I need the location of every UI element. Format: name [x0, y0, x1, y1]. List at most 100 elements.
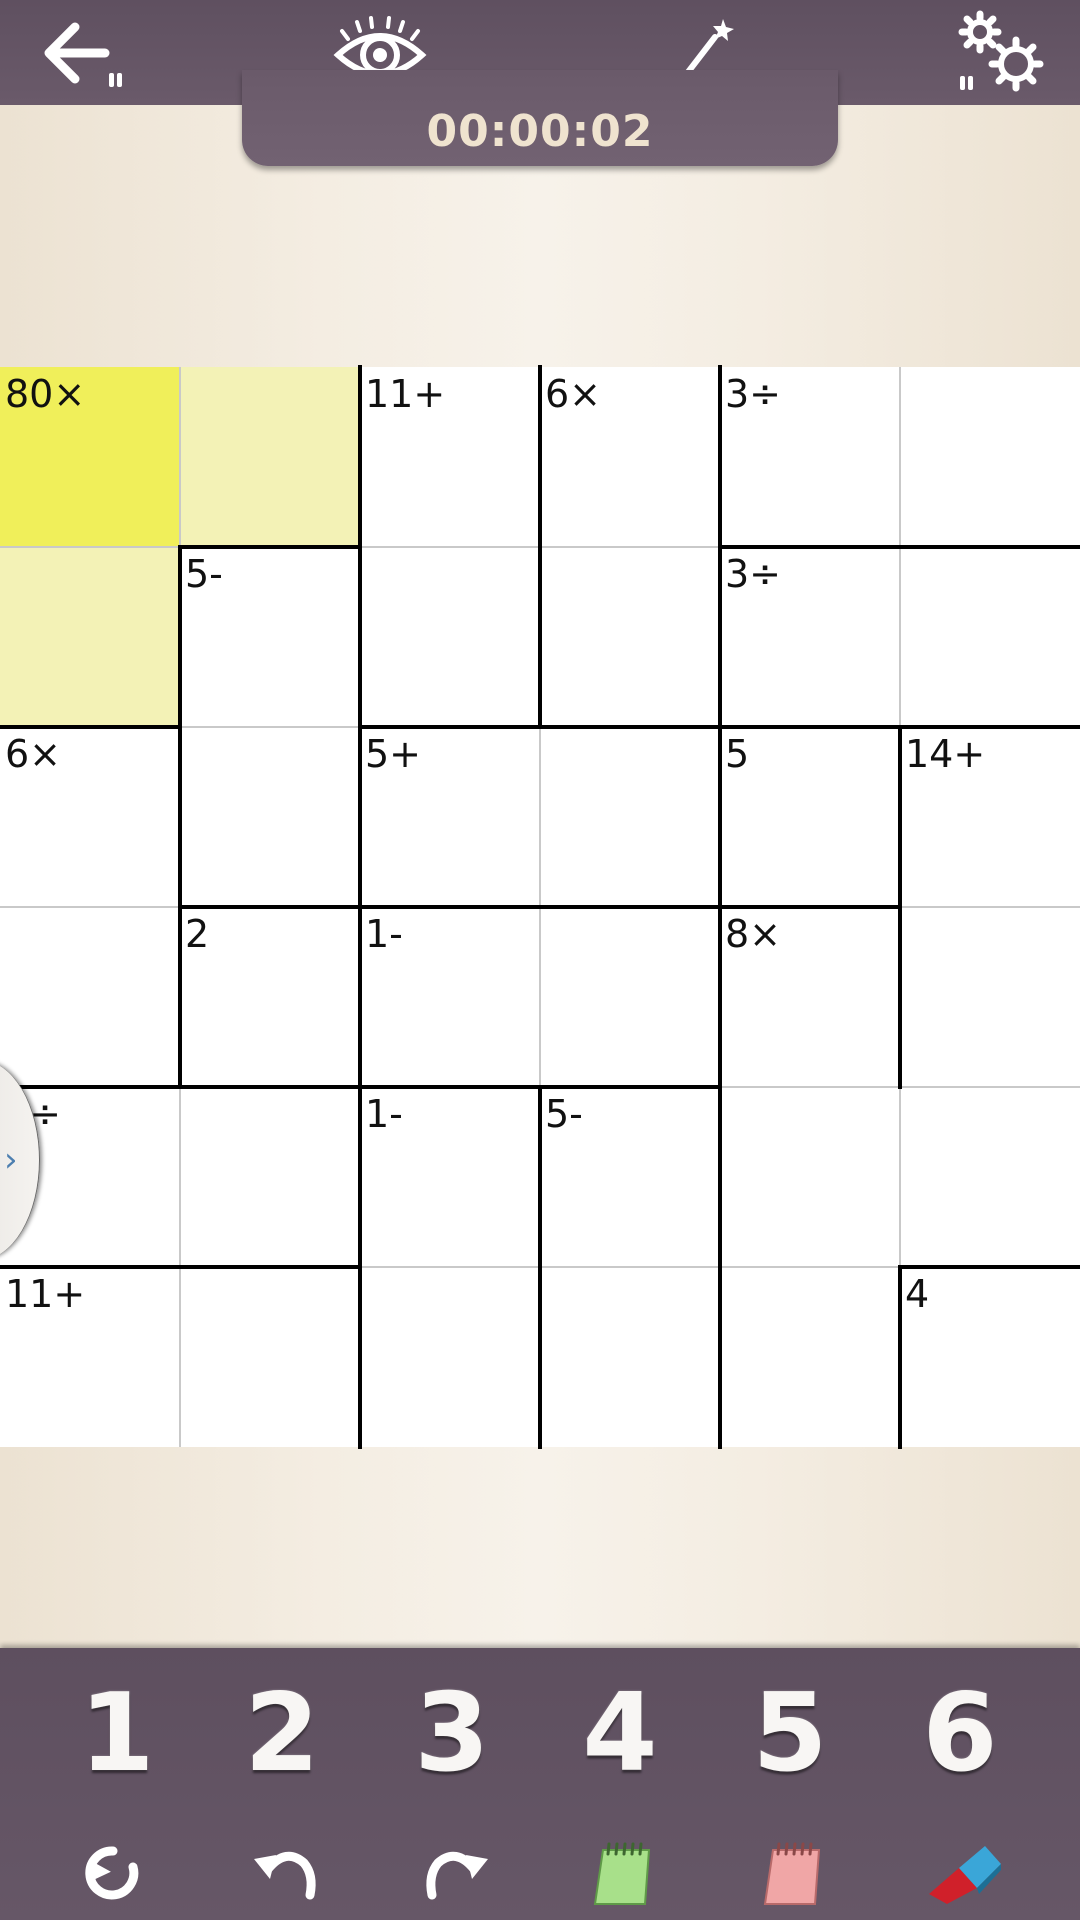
- grid-cell[interactable]: 5-: [540, 1087, 720, 1267]
- grid-cell[interactable]: 4: [900, 1267, 1080, 1447]
- chevron-right-icon: ›: [4, 1140, 18, 1180]
- grid-cell[interactable]: [180, 1087, 360, 1267]
- grid-cell[interactable]: 1-: [360, 1087, 540, 1267]
- cage-border: [718, 365, 722, 549]
- grid-cell[interactable]: 5+: [360, 727, 540, 907]
- gears-icon: [958, 10, 1044, 92]
- cage-border: [718, 545, 902, 549]
- cage-border: [178, 905, 182, 1089]
- cage-border: [178, 545, 362, 549]
- undo-button[interactable]: [236, 1828, 336, 1918]
- cage-border: [0, 1085, 182, 1089]
- cage-border: [898, 1265, 902, 1449]
- clear-notes-button[interactable]: [744, 1828, 844, 1918]
- reset-button[interactable]: [63, 1828, 163, 1918]
- cage-border: [718, 725, 722, 909]
- grid-cell[interactable]: 1-: [360, 907, 540, 1087]
- cage-border: [718, 905, 902, 909]
- back-button[interactable]: [22, 6, 132, 102]
- cage-border: [718, 905, 722, 1089]
- grid-cell[interactable]: [0, 547, 180, 727]
- number-button-1[interactable]: 1: [57, 1668, 177, 1798]
- grid-cell[interactable]: [900, 367, 1080, 547]
- cage-clue: 5: [725, 732, 750, 776]
- cage-border: [538, 905, 722, 909]
- number-button-2[interactable]: 2: [222, 1668, 342, 1798]
- cage-clue: 4: [905, 1272, 930, 1316]
- cage-border: [178, 905, 362, 909]
- cage-border: [178, 1265, 362, 1269]
- cage-border: [898, 545, 1080, 549]
- cage-clue: 5-: [185, 552, 223, 596]
- grid-cell[interactable]: [720, 1087, 900, 1267]
- cage-border: [358, 1085, 362, 1269]
- green-notepad-icon: [593, 1842, 651, 1905]
- notes-button[interactable]: [574, 1828, 674, 1918]
- timer-panel: 00:00:02: [242, 70, 838, 166]
- timer: 00:00:02: [426, 106, 654, 157]
- cage-border: [538, 365, 542, 549]
- grid-cell[interactable]: [900, 1087, 1080, 1267]
- undo-icon: [254, 1851, 316, 1900]
- cage-border: [538, 1085, 722, 1089]
- settings-button[interactable]: [948, 6, 1058, 102]
- cage-border: [358, 905, 542, 909]
- grid-cell[interactable]: 2: [180, 907, 360, 1087]
- back-arrow-icon: [44, 22, 122, 87]
- cage-border: [718, 1265, 722, 1449]
- grid-cell[interactable]: 3÷: [720, 367, 900, 547]
- cage-border: [538, 545, 542, 729]
- grid-cell[interactable]: 14+: [900, 727, 1080, 907]
- number-button-3[interactable]: 3: [392, 1668, 512, 1798]
- grid-cell[interactable]: 6×: [540, 367, 720, 547]
- cage-border: [358, 725, 542, 729]
- cage-border: [358, 545, 362, 729]
- grid-cell[interactable]: [180, 727, 360, 907]
- number-button-5[interactable]: 5: [730, 1668, 850, 1798]
- grid-cell[interactable]: 11+: [0, 1267, 180, 1447]
- grid-cell[interactable]: [360, 1267, 540, 1447]
- grid-cell[interactable]: 3÷: [720, 547, 900, 727]
- cage-clue: 6×: [545, 372, 602, 416]
- number-button-6[interactable]: 6: [900, 1668, 1020, 1798]
- puzzle-grid: 80×11+6×3÷5-3÷6×5+514+21-8×3÷1-5-11+4: [0, 365, 1080, 1449]
- cage-border: [358, 905, 362, 1089]
- grid-cell[interactable]: [540, 907, 720, 1087]
- grid-cell[interactable]: [720, 1267, 900, 1447]
- grid-cell[interactable]: [180, 1267, 360, 1447]
- cage-clue: 14+: [905, 732, 986, 776]
- grid-cell[interactable]: 11+: [360, 367, 540, 547]
- redo-icon: [426, 1851, 488, 1900]
- grid-cell[interactable]: [180, 367, 360, 547]
- grid-cell[interactable]: [540, 727, 720, 907]
- cage-clue: 11+: [365, 372, 446, 416]
- cage-border: [358, 725, 362, 909]
- cage-border: [718, 1085, 722, 1269]
- number-button-4[interactable]: 4: [560, 1668, 680, 1798]
- eraser-button[interactable]: [915, 1828, 1015, 1918]
- input-panel: 1 2 3 4 5 6: [0, 1648, 1080, 1920]
- cage-clue: 5-: [545, 1092, 583, 1136]
- cage-border: [538, 1265, 542, 1449]
- eraser-icon: [929, 1846, 1001, 1904]
- grid-cell[interactable]: [540, 1267, 720, 1447]
- cage-border: [538, 725, 722, 729]
- grid-cell[interactable]: [540, 547, 720, 727]
- grid-cell[interactable]: 80×: [0, 367, 180, 547]
- grid-cell[interactable]: 8×: [720, 907, 900, 1087]
- cage-border: [358, 365, 362, 549]
- redo-button[interactable]: [406, 1828, 506, 1918]
- cage-border: [0, 1265, 182, 1269]
- grid-cell[interactable]: [900, 907, 1080, 1087]
- grid-cell[interactable]: [0, 907, 180, 1087]
- grid-cell[interactable]: [900, 547, 1080, 727]
- grid-cell[interactable]: 5: [720, 727, 900, 907]
- grid-cell[interactable]: 5-: [180, 547, 360, 727]
- grid-cell[interactable]: 6×: [0, 727, 180, 907]
- cage-border: [0, 725, 182, 729]
- cage-border: [178, 1085, 362, 1089]
- grid-cell[interactable]: [360, 547, 540, 727]
- cage-border: [178, 725, 182, 909]
- cage-border: [718, 545, 722, 729]
- cage-border: [538, 1085, 542, 1269]
